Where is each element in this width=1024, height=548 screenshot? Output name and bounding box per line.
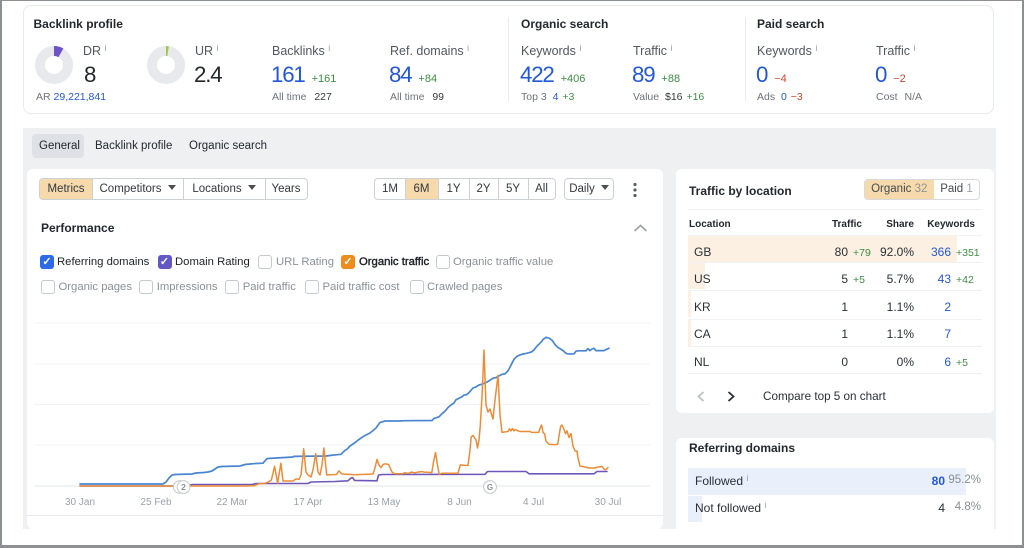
svg-text:30 Jan: 30 Jan xyxy=(65,497,95,508)
svg-text:8 Jun: 8 Jun xyxy=(447,497,471,508)
svg-text:25 Feb: 25 Feb xyxy=(140,497,172,508)
svg-text:G: G xyxy=(487,483,493,492)
svg-text:13 May: 13 May xyxy=(368,497,401,508)
svg-text:17 Apr: 17 Apr xyxy=(294,497,324,508)
svg-text:22 Mar: 22 Mar xyxy=(216,497,248,508)
svg-text:4 Jul: 4 Jul xyxy=(523,497,544,508)
svg-text:2: 2 xyxy=(181,482,186,492)
svg-text:30 Jul: 30 Jul xyxy=(595,497,622,508)
